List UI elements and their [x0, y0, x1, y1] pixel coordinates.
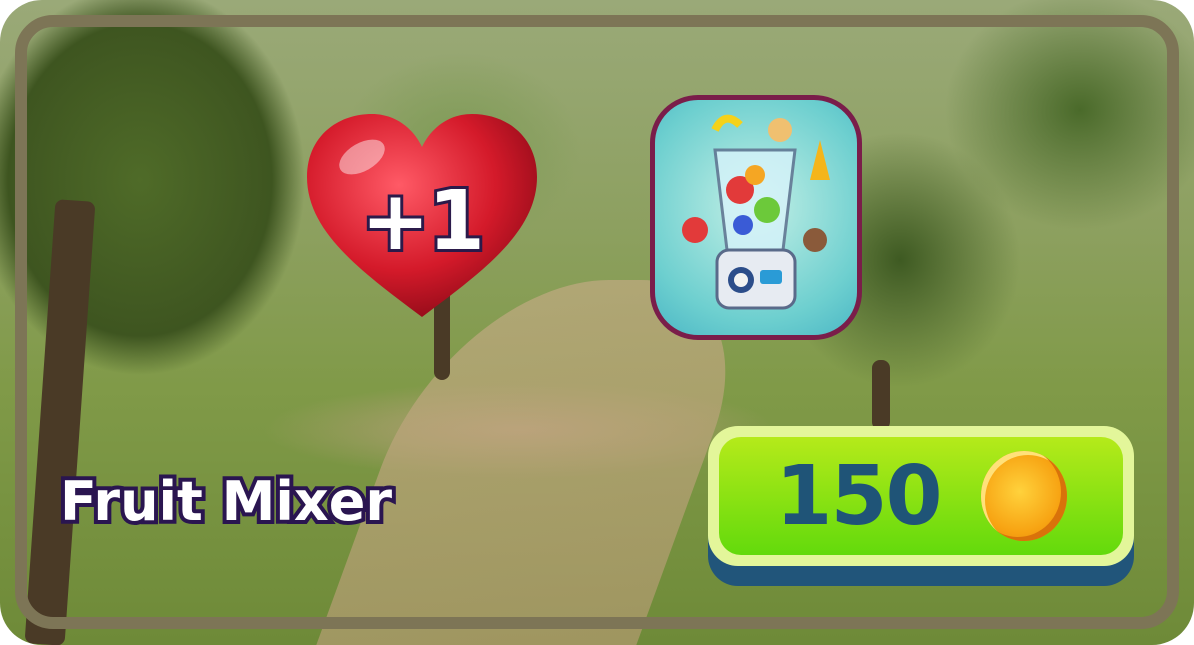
item-title: Fruit Mixer	[56, 466, 396, 537]
heart-icon: +1	[302, 112, 542, 322]
price-label: 150	[775, 448, 942, 544]
coin-icon	[980, 451, 1067, 541]
blender-icon	[650, 95, 862, 340]
buy-button[interactable]: 150	[708, 426, 1134, 566]
lives-reward-label: +1	[358, 171, 488, 272]
item-card: +1 Fruit Mixer 150	[0, 0, 1194, 645]
